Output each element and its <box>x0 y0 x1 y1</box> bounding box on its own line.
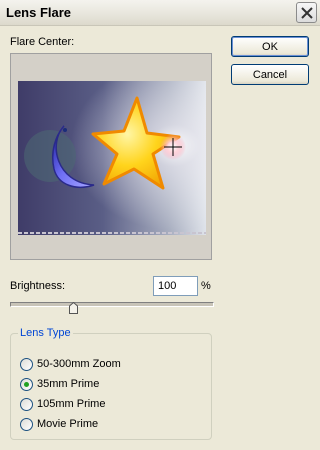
radio-option-105mm-prime[interactable]: 105mm Prime <box>20 396 105 412</box>
window-title: Lens Flare <box>6 5 72 20</box>
radio-label: 50-300mm Zoom <box>37 358 121 370</box>
radio-option-50-300mm-zoom[interactable]: 50-300mm Zoom <box>20 356 121 372</box>
radio-label: Movie Prime <box>37 418 99 430</box>
flare-center-label: Flare Center: <box>10 36 75 48</box>
close-icon <box>301 7 313 19</box>
radio-label: 35mm Prime <box>37 378 100 390</box>
brightness-unit: % <box>201 280 211 292</box>
radio-label: 105mm Prime <box>37 398 106 410</box>
title-bar: Lens Flare <box>0 0 320 26</box>
radio-option-35mm-prime[interactable]: 35mm Prime <box>20 376 99 392</box>
lens-type-title: Lens Type <box>18 327 73 339</box>
ok-button[interactable]: OK <box>231 36 309 57</box>
radio-button[interactable] <box>20 377 33 391</box>
close-button[interactable] <box>296 2 317 23</box>
radio-option-movie-prime[interactable]: Movie Prime <box>20 416 98 432</box>
cancel-button[interactable]: Cancel <box>231 64 309 85</box>
brightness-label: Brightness: <box>10 280 66 292</box>
radio-button[interactable] <box>20 357 33 371</box>
radio-button[interactable] <box>20 397 33 411</box>
slider-thumb-icon[interactable] <box>69 302 78 314</box>
flare-preview-image[interactable] <box>18 81 206 235</box>
radio-button[interactable] <box>20 417 33 431</box>
brightness-input[interactable]: 100 <box>153 276 198 296</box>
brightness-slider-track[interactable] <box>10 302 214 307</box>
preview-frame <box>10 53 212 260</box>
